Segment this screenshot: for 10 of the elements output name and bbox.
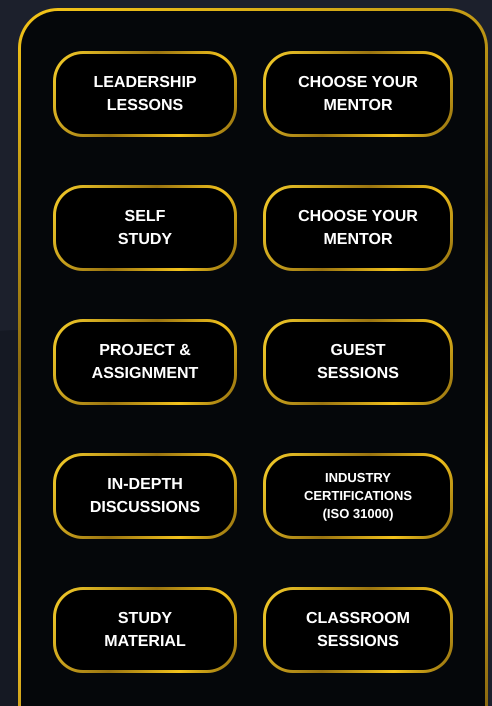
feature-button[interactable]: CLASSROOM SESSIONS	[263, 587, 453, 673]
feature-button[interactable]: PROJECT & ASSIGNMENT	[53, 319, 237, 405]
feature-button[interactable]: STUDY MATERIAL	[53, 587, 237, 673]
feature-button[interactable]: SELF STUDY	[53, 185, 237, 271]
feature-button[interactable]: CHOOSE YOUR MENTOR	[263, 51, 453, 137]
feature-button[interactable]: CHOOSE YOUR MENTOR	[263, 185, 453, 271]
feature-button[interactable]: LEADERSHIP LESSONS	[53, 51, 237, 137]
feature-button[interactable]: IN-DEPTH DISCUSSIONS	[53, 453, 237, 539]
feature-button[interactable]: INDUSTRY CERTIFICATIONS (ISO 31000)	[263, 453, 453, 539]
feature-button[interactable]: GUEST SESSIONS	[263, 319, 453, 405]
